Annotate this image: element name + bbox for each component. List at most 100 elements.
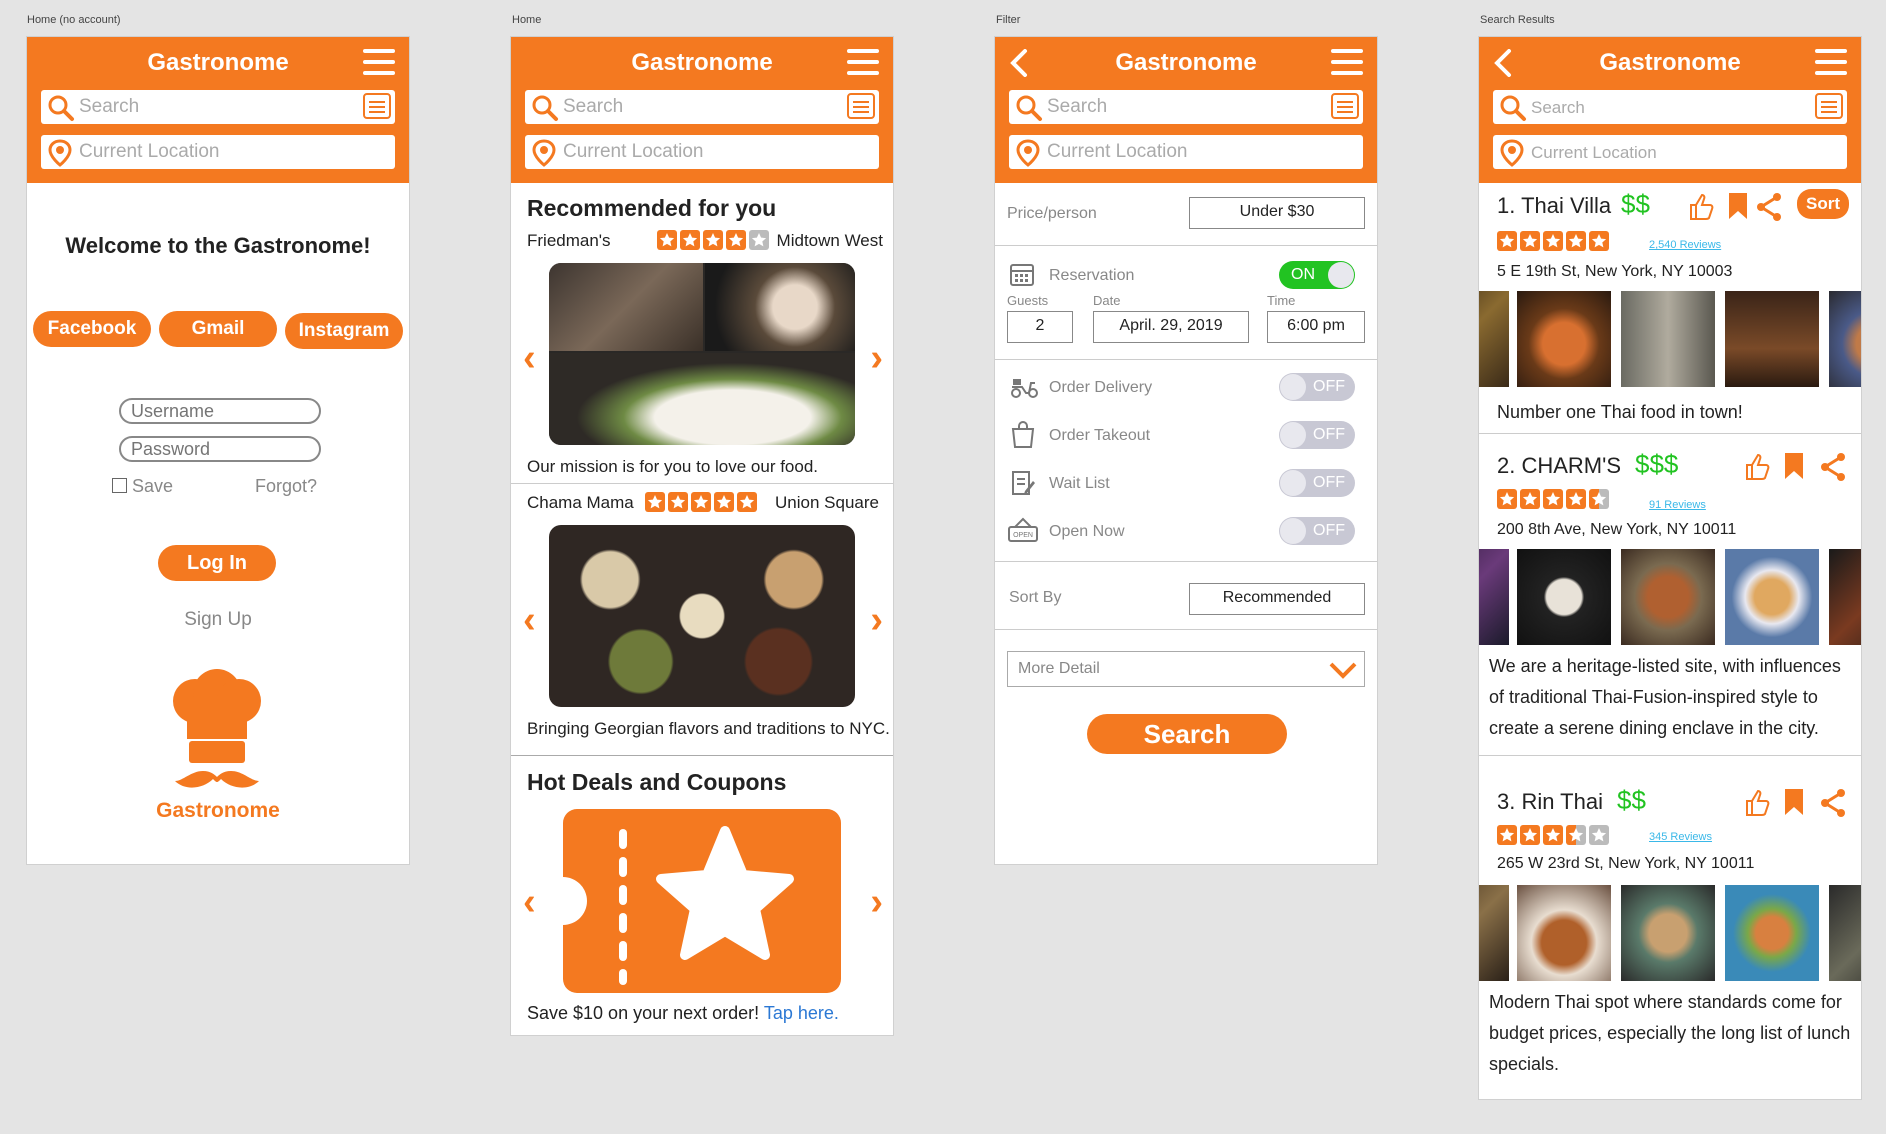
checkbox-box[interactable] <box>112 478 127 493</box>
location-input[interactable]: Current Location <box>41 135 395 169</box>
order-delivery-toggle[interactable]: OFF <box>1279 373 1355 401</box>
takeout-bag-icon <box>1011 421 1035 448</box>
carousel-prev-arrow-icon[interactable]: ‹ <box>523 599 536 642</box>
deals-next-arrow-icon[interactable]: › <box>870 881 883 924</box>
photo-thumb[interactable] <box>1517 291 1611 387</box>
share-icon[interactable] <box>1817 451 1849 483</box>
result-title[interactable]: 2. CHARM'S <box>1497 453 1621 479</box>
result-address: 265 W 23rd St, New York, NY 10011 <box>1497 855 1755 872</box>
open-now-toggle[interactable]: OFF <box>1279 517 1355 545</box>
username-field[interactable] <box>119 398 321 424</box>
divider <box>1479 433 1861 434</box>
reservation-toggle[interactable]: ON <box>1279 261 1355 289</box>
photo-thumb[interactable] <box>1725 549 1819 645</box>
forgot-password-link[interactable]: Forgot? <box>255 476 317 497</box>
coupon-ticket-icon[interactable] <box>563 809 841 993</box>
search-input[interactable]: Search <box>41 90 395 124</box>
star-icon <box>737 492 757 512</box>
photo-thumb[interactable] <box>1621 291 1715 387</box>
photo-thumb[interactable] <box>1829 291 1861 387</box>
carousel-next-arrow-icon[interactable]: › <box>870 599 883 642</box>
star-icon <box>703 230 723 250</box>
photo-thumb[interactable] <box>1517 885 1611 981</box>
result-title[interactable]: 3. Rin Thai <box>1497 789 1603 815</box>
restaurant-photo[interactable] <box>549 263 855 445</box>
photo-thumb[interactable] <box>1725 885 1819 981</box>
carousel-prev-arrow-icon[interactable]: ‹ <box>523 337 536 380</box>
photo-thumb[interactable] <box>1829 549 1861 645</box>
deal-tap-here-link[interactable]: Tap here. <box>764 1003 839 1023</box>
thumbs-up-rating-icon[interactable] <box>1741 451 1773 483</box>
hamburger-menu-icon[interactable] <box>847 49 879 75</box>
bookmark-icon[interactable] <box>1783 451 1805 481</box>
log-in-button[interactable]: Log In <box>158 545 276 581</box>
frame-label-search-results: Search Results <box>1480 14 1555 26</box>
filter-button[interactable] <box>1815 93 1843 119</box>
photo-thumb[interactable] <box>1517 549 1611 645</box>
wait-list-label: Wait List <box>1049 475 1110 492</box>
restaurant-caption: Our mission is for you to love our food. <box>527 457 819 476</box>
photo-thumb[interactable] <box>1725 291 1819 387</box>
photo-thumb[interactable] <box>1479 885 1509 981</box>
guests-label: Guests <box>1007 293 1049 308</box>
restaurant-name: Friedman's <box>527 231 611 250</box>
result-title[interactable]: 1. Thai Villa <box>1497 193 1611 219</box>
thumbs-up-rating-icon[interactable] <box>1741 787 1773 819</box>
photo-thumb[interactable] <box>1829 885 1861 981</box>
search-input[interactable]: Search <box>1493 90 1847 124</box>
sign-up-link[interactable]: Sign Up <box>27 609 409 631</box>
photo-thumb[interactable] <box>1621 549 1715 645</box>
search-icon <box>48 95 74 121</box>
hamburger-menu-icon[interactable] <box>1331 49 1363 75</box>
thumbs-up-rating-icon[interactable] <box>1685 191 1717 223</box>
save-checkbox[interactable]: Save <box>112 476 173 497</box>
rating-stars <box>1497 825 1609 845</box>
password-field[interactable] <box>119 436 321 462</box>
location-input[interactable]: Current Location <box>1493 135 1847 169</box>
photo-tile <box>549 263 703 351</box>
filter-button[interactable] <box>847 93 875 119</box>
divider <box>995 561 1377 562</box>
gmail-login-button[interactable]: Gmail <box>159 311 277 347</box>
hamburger-menu-icon[interactable] <box>363 49 395 75</box>
price-per-person-select[interactable]: Under $30 <box>1189 197 1365 229</box>
reviews-link[interactable]: 2,540 Reviews <box>1649 239 1721 251</box>
sort-button[interactable]: Sort <box>1797 189 1849 219</box>
filter-button[interactable] <box>1331 93 1359 119</box>
share-icon[interactable] <box>1817 787 1849 819</box>
location-input[interactable]: Current Location <box>525 135 879 169</box>
star-icon <box>749 230 769 250</box>
time-input[interactable]: 6:00 pm <box>1267 311 1365 343</box>
deals-prev-arrow-icon[interactable]: ‹ <box>523 881 536 924</box>
search-button[interactable]: Search <box>1087 714 1287 754</box>
hamburger-menu-icon[interactable] <box>1815 49 1847 75</box>
instagram-login-button[interactable]: Instagram <box>285 313 403 349</box>
star-icon <box>1520 825 1540 845</box>
guests-input[interactable]: 2 <box>1007 311 1073 343</box>
photo-thumb[interactable] <box>1621 885 1715 981</box>
location-pin-icon <box>532 139 556 167</box>
reviews-link[interactable]: 345 Reviews <box>1649 831 1712 843</box>
facebook-login-button[interactable]: Facebook <box>33 311 151 347</box>
bookmark-icon[interactable] <box>1783 787 1805 817</box>
restaurant-photo[interactable] <box>549 525 855 707</box>
carousel-next-arrow-icon[interactable]: › <box>870 337 883 380</box>
wait-list-toggle[interactable]: OFF <box>1279 469 1355 497</box>
price-level: $$ <box>1617 785 1646 815</box>
reviews-link[interactable]: 91 Reviews <box>1649 499 1706 511</box>
svg-text:OPEN: OPEN <box>1013 532 1033 539</box>
share-icon[interactable] <box>1753 191 1785 223</box>
order-takeout-toggle[interactable]: OFF <box>1279 421 1355 449</box>
search-input[interactable]: Search <box>525 90 879 124</box>
search-input[interactable]: Search <box>1009 90 1363 124</box>
location-input[interactable]: Current Location <box>1009 135 1363 169</box>
scooter-delivery-icon <box>1011 379 1038 398</box>
sort-by-select[interactable]: Recommended <box>1189 583 1365 615</box>
filter-button[interactable] <box>363 93 391 119</box>
photo-thumb[interactable] <box>1479 549 1509 645</box>
more-detail-dropdown[interactable]: More Detail <box>1007 651 1365 687</box>
deal-text: Save $10 on your next order! <box>527 1003 760 1023</box>
photo-thumb[interactable] <box>1479 291 1509 387</box>
date-input[interactable]: April. 29, 2019 <box>1093 311 1249 343</box>
bookmark-icon[interactable] <box>1727 191 1749 221</box>
